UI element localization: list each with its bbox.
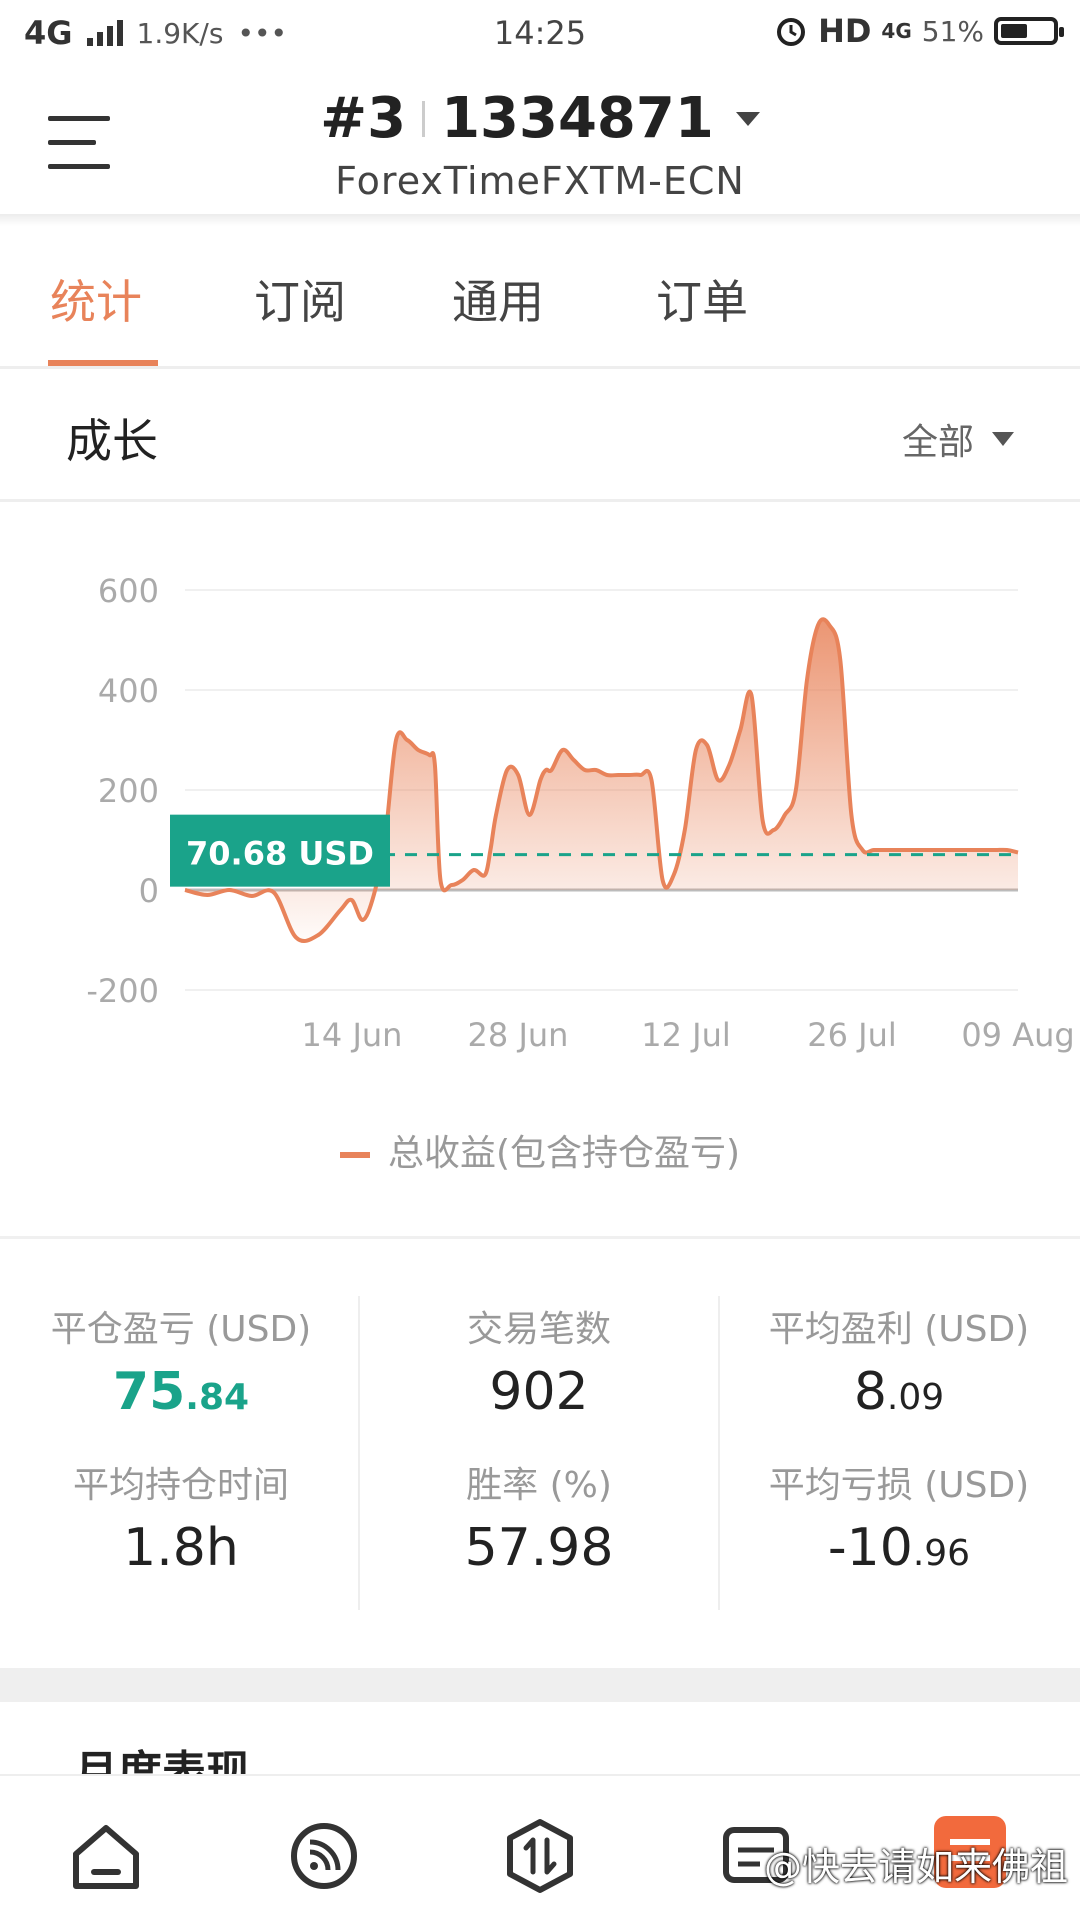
y-tick-label: 600 (98, 572, 159, 610)
range-filter-label: 全部 (901, 422, 974, 463)
status-right: HD 4G 51% (774, 12, 1064, 50)
stat-value: 902 (489, 1362, 589, 1422)
chevron-down-icon (735, 111, 760, 126)
stats-divider (718, 1296, 720, 1610)
hd-badge: HD (818, 12, 872, 50)
header-shadow (0, 214, 1080, 226)
battery-percent: 51% (921, 14, 984, 48)
tab-bar: 统计 订阅 通用 订单 (0, 226, 1080, 369)
stat-trade-count: 交易笔数 902 (374, 1300, 704, 1422)
y-tick-label: 0 (139, 872, 159, 910)
stat-closed-pnl: 平仓盈亏 (USD) 75.84 (16, 1300, 346, 1422)
tab-indicator (48, 360, 158, 366)
tab-subscribe[interactable]: 订阅 (254, 266, 346, 332)
stat-avg-loss: 平均亏损 (USD) -10.96 (734, 1456, 1064, 1578)
growth-chart: 600 400 200 0 -200 14 Jun 28 Jun 12 Jul 26 Jul 09… (86, 572, 1074, 1054)
battery-icon (994, 17, 1064, 45)
series-area (185, 619, 1018, 942)
y-tick-label: 200 (98, 772, 159, 810)
stats-divider (358, 1296, 360, 1610)
stat-avg-profit: 平均盈利 (USD) 8.09 (734, 1300, 1064, 1422)
stat-value: 8.09 (853, 1362, 945, 1422)
growth-title: 成长 (66, 414, 158, 468)
y-tick-label: -200 (86, 972, 159, 1010)
status-bar: 4G 1.9K/s ••• 14:25 HD 4G 51% (0, 0, 1080, 70)
legend-swatch (339, 1152, 370, 1158)
stat-value: 1.8h (123, 1518, 239, 1578)
account-number: 1334871 (441, 86, 714, 151)
y-tick-label: 400 (98, 672, 159, 710)
account-separator (422, 100, 426, 137)
x-tick-label: 26 Jul (807, 1016, 897, 1054)
tab-orders[interactable]: 订单 (656, 266, 748, 332)
x-tick-label: 09 Aug (961, 1016, 1074, 1054)
stat-label: 交易笔数 (466, 1309, 611, 1350)
x-tick-label: 12 Jul (641, 1016, 731, 1054)
stat-avg-hold-time: 平均持仓时间 1.8h (16, 1456, 346, 1578)
stat-label: 平均盈利 (USD) (768, 1309, 1030, 1350)
watermark: @快去请如来佛祖 (763, 1845, 1068, 1889)
chevron-down-icon (992, 432, 1014, 446)
feed-icon[interactable] (284, 1816, 364, 1896)
x-tick-label: 28 Jun (468, 1016, 569, 1054)
divider (0, 1236, 1080, 1239)
network-type-right: 4G (881, 19, 912, 43)
alarm-icon (777, 18, 806, 46)
tab-general[interactable]: 通用 (452, 266, 544, 332)
stat-label: 胜率 (%) (466, 1465, 612, 1506)
range-filter[interactable]: 全部 (902, 413, 1014, 465)
account-index: #3 (320, 86, 407, 151)
stat-win-rate: 胜率 (%) 57.98 (374, 1456, 704, 1578)
stat-label: 平均亏损 (USD) (768, 1465, 1030, 1506)
stat-label: 平仓盈亏 (USD) (50, 1309, 312, 1350)
stat-value: 75.84 (112, 1362, 250, 1422)
home-icon[interactable] (66, 1816, 146, 1896)
tab-statistics[interactable]: 统计 (50, 266, 142, 332)
account-header[interactable]: #3 1334871 ForexTimeFXTM-ECN (0, 86, 1080, 203)
trade-icon[interactable] (500, 1816, 580, 1896)
section-separator (0, 1668, 1080, 1702)
stat-label: 平均持仓时间 (72, 1465, 289, 1506)
stat-value: 57.98 (464, 1518, 614, 1578)
bottom-nav: @快去请如来佛祖 (0, 1774, 1080, 1922)
growth-header: 成长 全部 (0, 369, 1080, 502)
current-value-label: 70.68 USD (186, 835, 374, 873)
account-selector[interactable]: #3 1334871 (320, 86, 760, 151)
broker-name: ForexTimeFXTM-ECN (335, 159, 745, 203)
x-tick-label: 14 Jun (302, 1016, 403, 1054)
legend-label: 总收益(包含持仓盈亏) (387, 1133, 741, 1174)
stat-value: -10.96 (827, 1518, 971, 1578)
chart-legend: 总收益(包含持仓盈亏) (0, 1124, 1080, 1176)
